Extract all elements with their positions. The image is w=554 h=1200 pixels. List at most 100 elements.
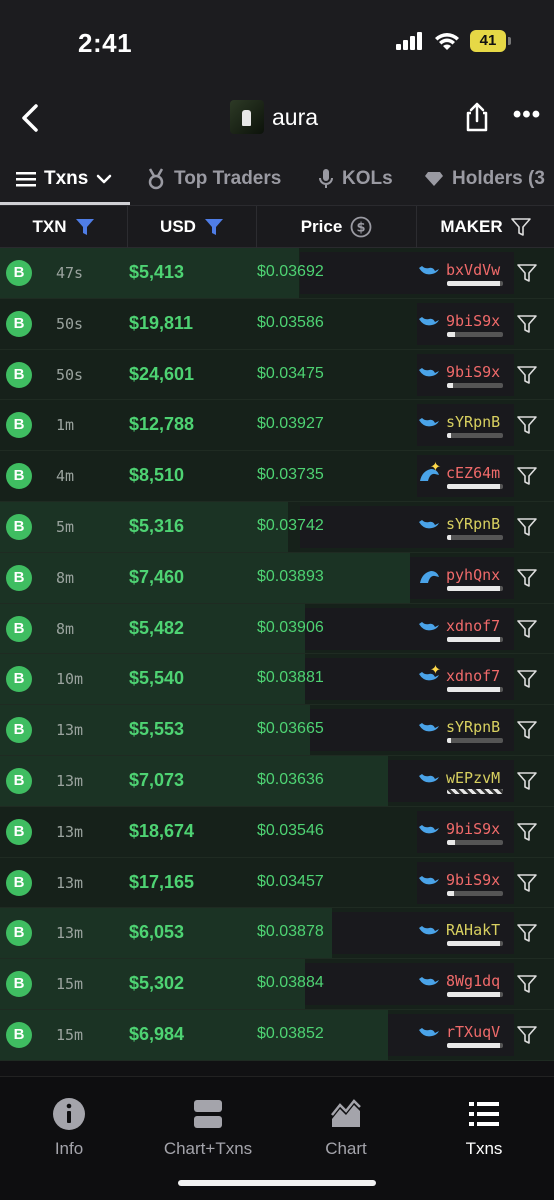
table-row[interactable]: B 13m $7,073 $0.03636 wEPzvM <box>0 755 554 807</box>
tab-label: Txns <box>44 168 89 189</box>
column-header-maker[interactable]: MAKER <box>417 206 554 248</box>
table-row[interactable]: B 8m $7,460 $0.03893 pyhQnx <box>0 552 554 604</box>
whale-icon <box>419 519 439 529</box>
filter-icon[interactable] <box>516 415 538 435</box>
table-row[interactable]: B 8m $5,482 $0.03906 xdnof7 <box>0 603 554 655</box>
maker-holding-bar <box>447 433 503 439</box>
tab-kols[interactable]: KOLs <box>318 152 393 205</box>
txn-price: $0.03586 <box>257 313 324 331</box>
nav-txns[interactable]: Txns <box>424 1097 544 1159</box>
maker-address[interactable]: sYRpnB <box>446 718 500 736</box>
maker-holding-bar <box>447 687 503 693</box>
txn-price: $0.03665 <box>257 720 324 738</box>
table-header: TXN USD Price $ MAKER <box>0 206 554 248</box>
txn-age: 8m <box>56 619 75 638</box>
txn-price: $0.03636 <box>257 770 324 788</box>
filter-icon[interactable] <box>516 822 538 842</box>
maker-address[interactable]: bxVdVw <box>446 261 500 279</box>
more-options-icon[interactable]: ••• <box>510 100 544 134</box>
txn-usd: $5,413 <box>129 262 185 282</box>
txn-price: $0.03884 <box>257 974 324 992</box>
maker-address[interactable]: xdnof7 <box>446 667 500 685</box>
filter-icon[interactable] <box>516 669 538 689</box>
maker-address[interactable]: sYRpnB <box>446 515 500 533</box>
maker-address[interactable]: rTXuqV <box>446 1023 500 1041</box>
table-row[interactable]: B 13m $17,165 $0.03457 9biS9x <box>0 857 554 909</box>
dolphin-icon <box>420 570 439 583</box>
share-icon[interactable] <box>460 100 494 134</box>
maker-holding-bar <box>447 636 503 642</box>
filter-icon[interactable] <box>516 365 538 385</box>
txn-age: 13m <box>56 721 84 740</box>
dollar-circle-icon[interactable]: $ <box>350 216 372 238</box>
tab-label: KOLs <box>342 168 393 189</box>
tab-label: Top Traders <box>174 168 282 189</box>
table-row[interactable]: B 50s $24,601 $0.03475 9biS9x <box>0 349 554 401</box>
table-row[interactable]: B 13m $6,053 $0.03878 RAHakT <box>0 908 554 960</box>
filter-active-icon[interactable] <box>75 218 95 236</box>
tab-txns[interactable]: Txns <box>16 152 112 205</box>
buy-badge: B <box>6 564 32 591</box>
svg-text:$: $ <box>357 221 366 236</box>
nav-chart[interactable]: Chart <box>286 1097 406 1159</box>
filter-icon[interactable] <box>516 568 538 588</box>
maker-address[interactable]: 9biS9x <box>446 820 500 838</box>
filter-icon[interactable] <box>516 517 538 537</box>
chart-icon <box>331 1099 361 1127</box>
table-row[interactable]: B 1m $12,788 $0.03927 sYRpnB <box>0 400 554 452</box>
chevron-down-icon <box>97 174 112 184</box>
txn-usd: $24,601 <box>129 363 195 384</box>
filter-icon[interactable] <box>516 619 538 639</box>
maker-address[interactable]: cEZ64m <box>446 464 500 482</box>
buy-badge: B <box>6 1021 32 1048</box>
txn-age: 8m <box>56 568 75 587</box>
filter-icon[interactable] <box>516 974 538 994</box>
filter-icon[interactable] <box>516 923 538 943</box>
filter-icon[interactable] <box>516 263 538 283</box>
txn-price: $0.03878 <box>257 923 324 941</box>
buy-badge: B <box>6 310 32 337</box>
maker-address[interactable]: 9biS9x <box>446 871 500 889</box>
tab-top-traders[interactable]: Top Traders <box>146 152 282 205</box>
txn-price: $0.03692 <box>257 263 324 280</box>
table-row[interactable]: B 15m $5,302 $0.03884 8Wg1dq <box>0 959 554 1010</box>
column-header-price[interactable]: Price $ <box>257 206 417 248</box>
maker-address[interactable]: xdnof7 <box>446 617 500 635</box>
column-label: Price <box>300 217 343 236</box>
maker-address[interactable]: pyhQnx <box>446 566 500 584</box>
filter-icon[interactable] <box>516 314 538 334</box>
maker-address[interactable]: RAHakT <box>446 921 500 939</box>
filter-icon[interactable] <box>516 873 538 893</box>
back-icon[interactable] <box>14 100 50 136</box>
table-row[interactable]: B 4m $8,510 $0.03735 ✦ cEZ64m <box>0 451 554 502</box>
txn-age: 13m <box>56 822 84 841</box>
buy-badge: B <box>6 717 32 744</box>
filter-active-icon[interactable] <box>204 218 224 236</box>
maker-address[interactable]: 9biS9x <box>446 363 500 381</box>
table-row[interactable]: B 47s $5,413 $0.03692 bxVdVw <box>0 248 554 299</box>
filter-icon[interactable] <box>516 466 538 486</box>
table-row[interactable]: B 13m $5,553 $0.03665 sYRpnB <box>0 705 554 756</box>
filter-icon[interactable] <box>510 218 531 236</box>
table-row[interactable]: B 50s $19,811 $0.03586 9biS9x <box>0 298 554 350</box>
table-row[interactable]: B 13m $18,674 $0.03546 9biS9x <box>0 806 554 858</box>
filter-icon[interactable] <box>516 720 538 740</box>
buy-badge: B <box>6 971 32 998</box>
maker-address[interactable]: sYRpnB <box>446 413 500 431</box>
table-row[interactable]: B 5m $5,316 $0.03742 sYRpnB <box>0 501 554 553</box>
table-row[interactable]: B 15m $6,984 $0.03852 rTXuqV <box>0 1009 554 1061</box>
tab-holders[interactable]: Holders (3 <box>424 152 545 205</box>
tab-label: Holders (3 <box>452 168 545 189</box>
buy-badge: B <box>6 463 32 490</box>
filter-icon[interactable] <box>516 771 538 791</box>
column-header-txn[interactable]: TXN <box>0 206 128 248</box>
maker-address[interactable]: wEPzvM <box>446 769 500 787</box>
column-header-usd[interactable]: USD <box>128 206 257 248</box>
nav-info[interactable]: Info <box>9 1097 129 1159</box>
maker-address[interactable]: 8Wg1dq <box>446 972 500 990</box>
nav-chart-txns[interactable]: Chart+Txns <box>148 1097 268 1159</box>
whale-icon <box>419 773 439 783</box>
table-row[interactable]: B 10m $5,540 $0.03881 ✦ xdnof7 <box>0 654 554 706</box>
maker-address[interactable]: 9biS9x <box>446 312 500 330</box>
filter-icon[interactable] <box>516 1025 538 1045</box>
